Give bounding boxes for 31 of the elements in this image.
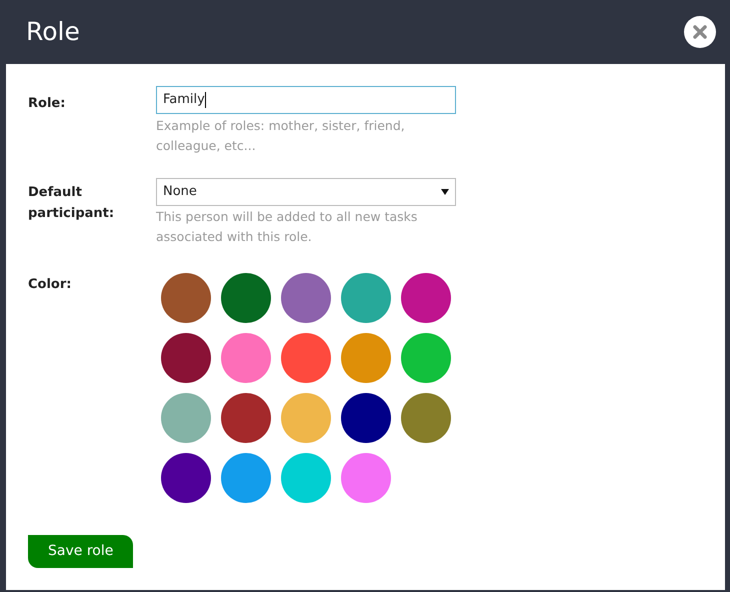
color-swatch[interactable]: [281, 453, 331, 503]
default-participant-hint: This person will be added to all new tasks associated with this role.: [156, 208, 418, 246]
close-button[interactable]: [684, 16, 716, 48]
role-field[interactable]: Family: [156, 86, 456, 114]
color-swatch[interactable]: [221, 453, 271, 503]
default-participant-select[interactable]: None: [156, 178, 456, 206]
color-swatch[interactable]: [281, 393, 331, 443]
color-swatch[interactable]: [341, 393, 391, 443]
color-swatch[interactable]: [341, 333, 391, 383]
color-swatch[interactable]: [161, 393, 211, 443]
dialog-title: Role: [26, 16, 80, 48]
color-swatch[interactable]: [341, 453, 391, 503]
color-label: Color:: [28, 276, 72, 294]
color-swatch[interactable]: [221, 393, 271, 443]
role-hint: Example of roles: mother, sister, friend, colleague, etc...: [156, 117, 406, 155]
color-swatch[interactable]: [161, 273, 211, 323]
color-swatch[interactable]: [401, 273, 451, 323]
color-swatch[interactable]: [281, 273, 331, 323]
save-role-button[interactable]: Save role: [28, 535, 134, 568]
role-label: Role:: [28, 95, 66, 113]
color-swatch[interactable]: [221, 333, 271, 383]
color-swatch[interactable]: [401, 393, 451, 443]
color-swatch[interactable]: [281, 333, 331, 383]
default-participant-label: Default participant:: [28, 184, 116, 223]
color-swatch[interactable]: [161, 453, 211, 503]
color-swatch[interactable]: [341, 273, 391, 323]
close-icon: [693, 25, 707, 39]
color-swatch[interactable]: [161, 333, 211, 383]
color-swatch[interactable]: [401, 333, 451, 383]
dropdown-arrow-icon: [441, 189, 449, 195]
color-swatch[interactable]: [221, 273, 271, 323]
